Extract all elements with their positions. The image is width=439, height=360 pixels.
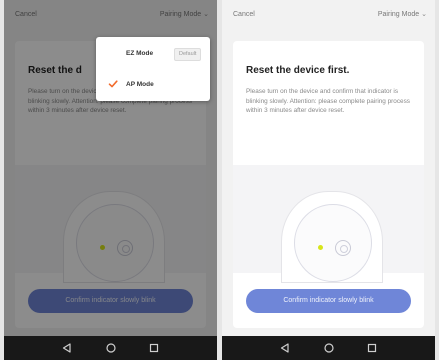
indicator-led (318, 245, 323, 250)
home-icon[interactable] (322, 341, 336, 355)
top-bar: Cancel Pairing Mode ⌄ (222, 0, 435, 34)
phone-screenshot-right: Cancel Pairing Mode ⌄ Reset the device fi… (222, 0, 435, 360)
recents-icon[interactable] (365, 341, 379, 355)
pairing-mode-selector[interactable]: Pairing Mode ⌄ (378, 10, 427, 18)
device-body (281, 191, 383, 283)
confirm-button[interactable]: Confirm indicator slowly blink (246, 289, 411, 313)
card-title: Reset the device first. (246, 65, 350, 76)
device-illustration (233, 165, 424, 283)
ap-mode-label: AP Mode (126, 81, 154, 88)
android-nav-bar (222, 336, 435, 360)
home-icon[interactable] (104, 341, 118, 355)
device-ring (294, 204, 372, 282)
pairing-screen: Cancel Pairing Mode ⌄ Reset the device fi… (222, 0, 435, 336)
cancel-button[interactable]: Cancel (233, 11, 255, 18)
reset-button-symbol (335, 240, 351, 256)
pairing-screen: Cancel Pairing Mode ⌄ Reset the d Please … (4, 0, 217, 336)
dropdown-item-ez-mode[interactable]: EZ Mode Default (96, 39, 210, 69)
instruction-card: Reset the device first. Please turn on t… (233, 41, 424, 328)
default-badge: Default (174, 48, 202, 61)
phone-screenshot-left: Cancel Pairing Mode ⌄ Reset the d Please … (4, 0, 217, 360)
pairing-mode-label: Pairing Mode (377, 11, 420, 18)
instructions-text: Please turn on the device and confirm th… (246, 88, 410, 115)
android-nav-bar (4, 336, 217, 360)
check-icon (108, 80, 118, 88)
chevron-down-icon: ⌄ (421, 11, 427, 18)
dropdown-item-ap-mode[interactable]: AP Mode (96, 70, 210, 100)
ez-mode-label: EZ Mode (126, 50, 154, 57)
back-icon[interactable] (278, 341, 292, 355)
pairing-mode-dropdown: EZ Mode Default AP Mode (96, 37, 210, 101)
recents-icon[interactable] (147, 341, 161, 355)
back-icon[interactable] (60, 341, 74, 355)
